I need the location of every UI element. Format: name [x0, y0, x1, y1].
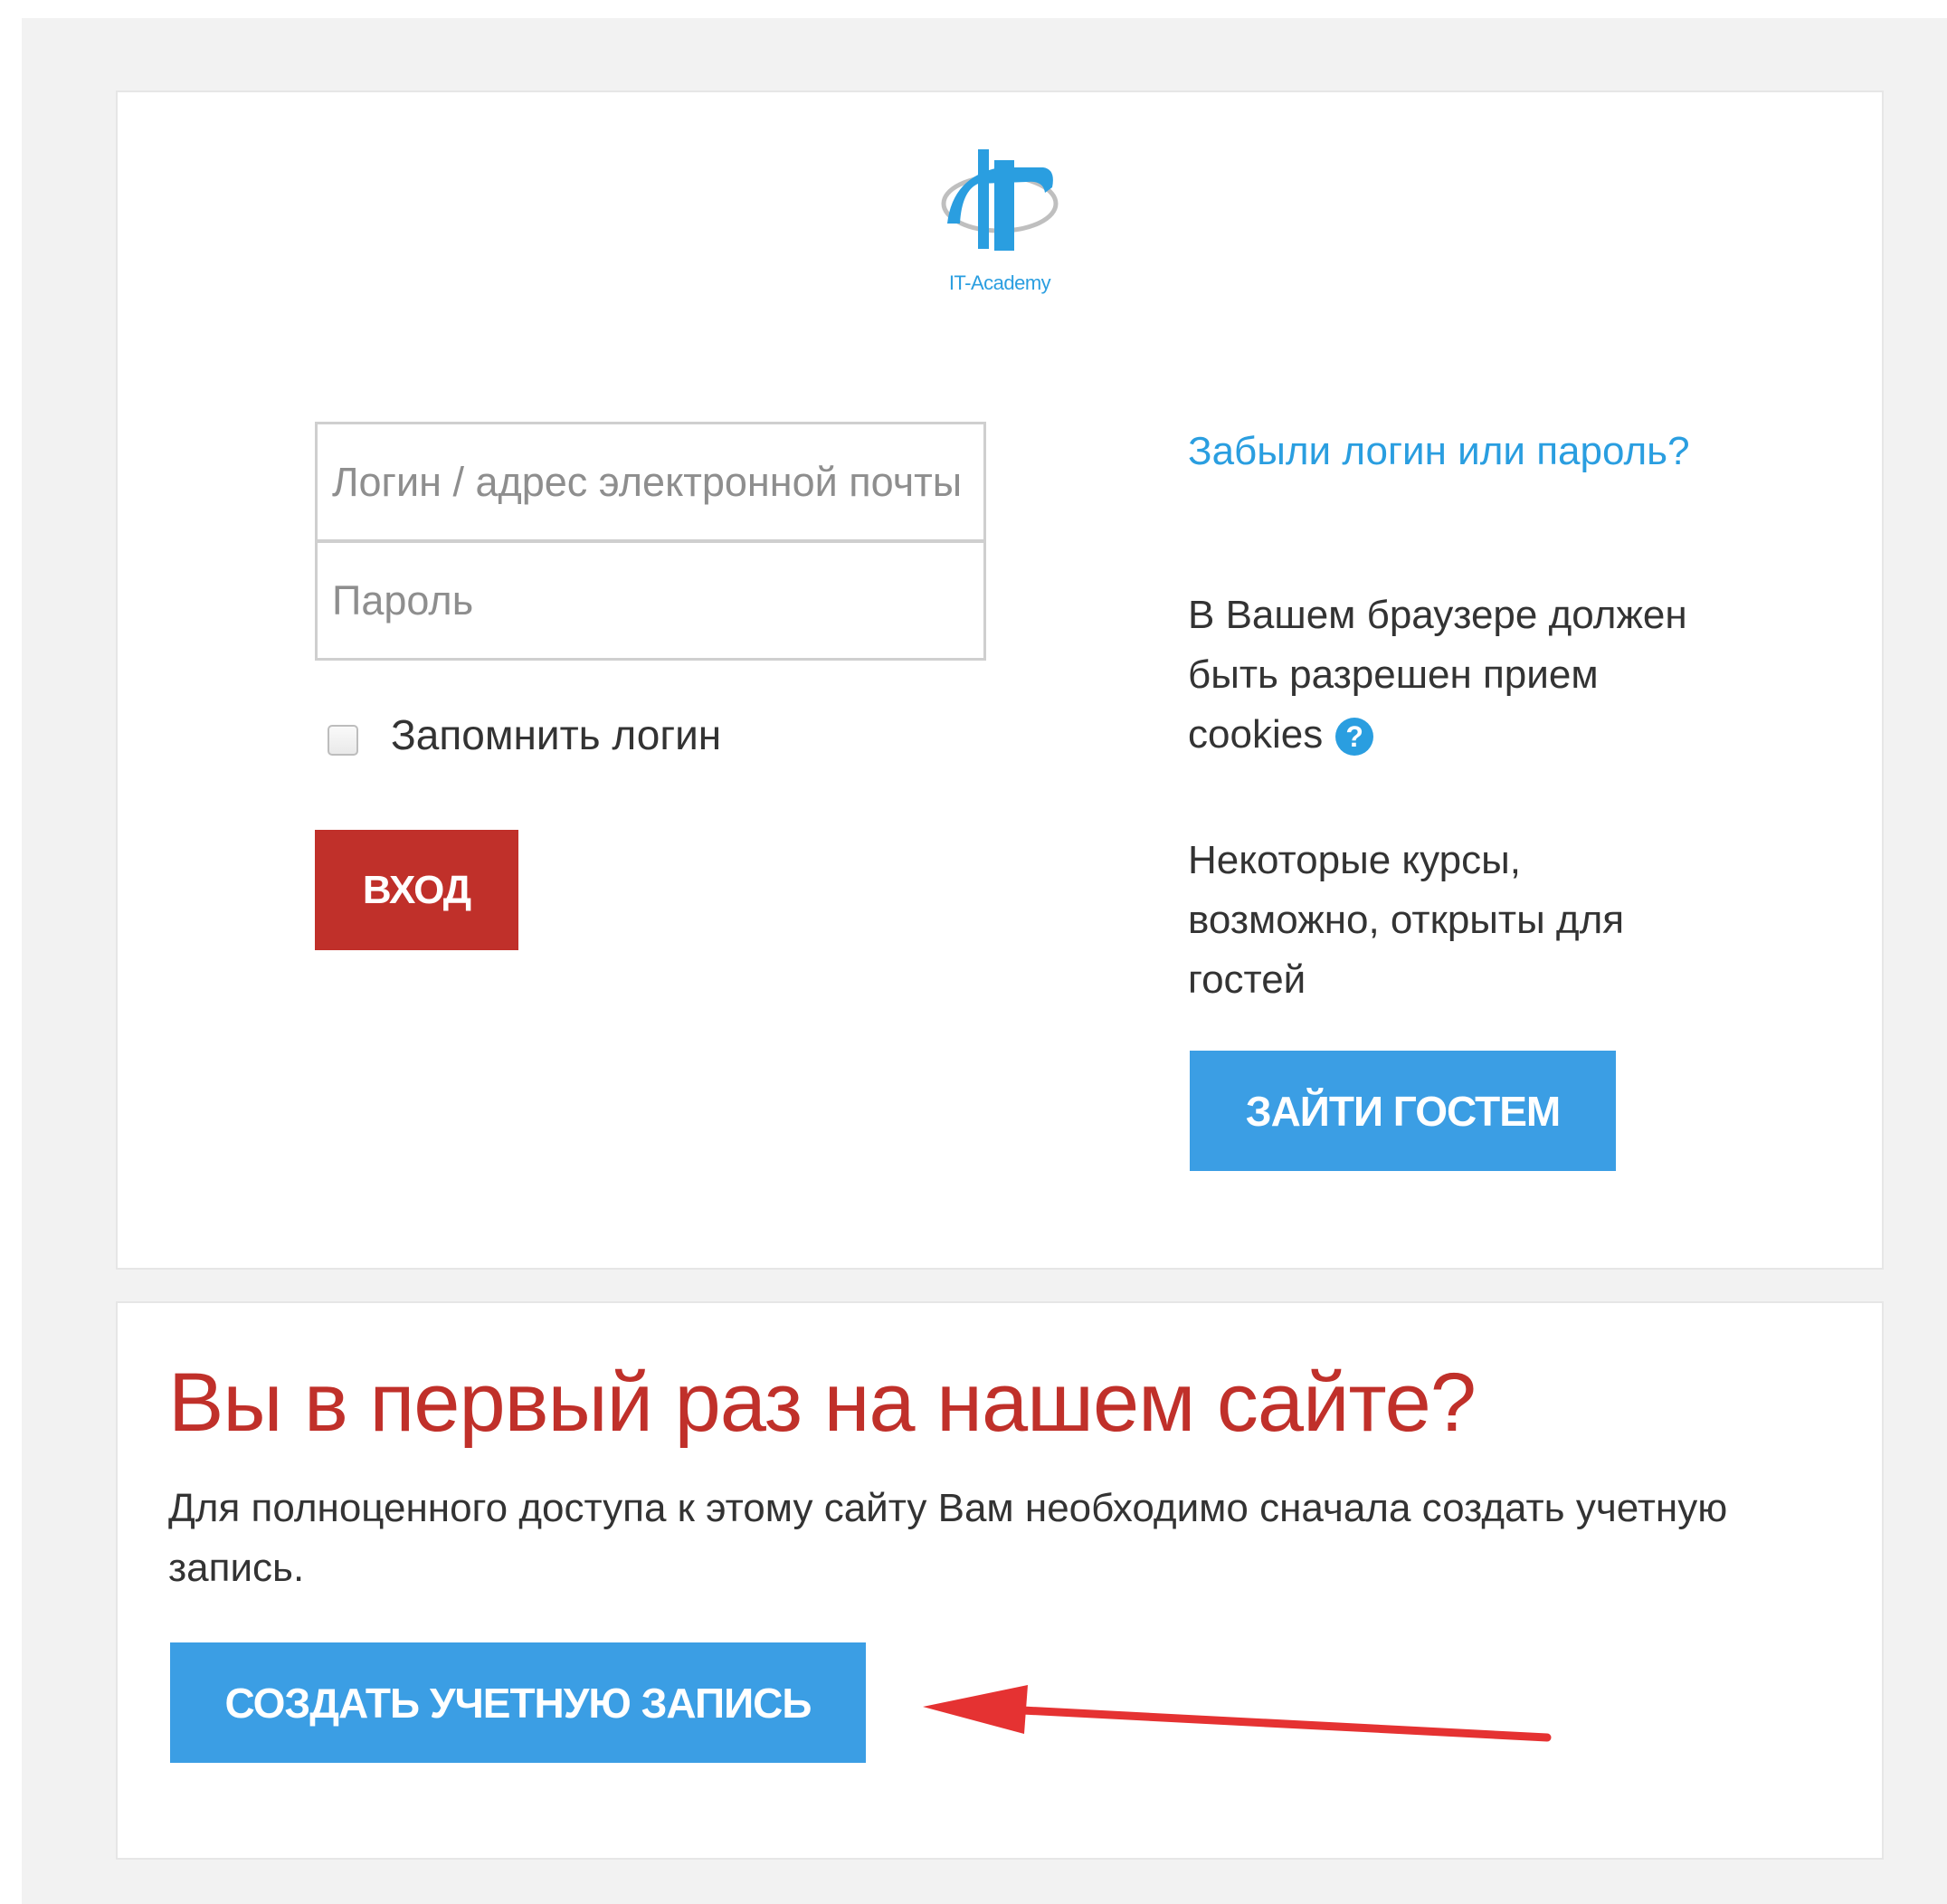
create-account-button[interactable]: СОЗДАТЬ УЧЕТНУЮ ЗАПИСЬ: [170, 1642, 866, 1763]
password-input[interactable]: [315, 540, 986, 661]
cookies-notice: В Вашем браузере должен быть разрешен пр…: [1188, 585, 1695, 765]
signup-title: Вы в первый раз на нашем сайте?: [168, 1357, 1477, 1449]
remember-login[interactable]: Запомнить логин: [328, 710, 721, 759]
remember-checkbox[interactable]: [328, 725, 358, 756]
question-circle-icon[interactable]: ?: [1335, 718, 1374, 757]
cookies-notice-text: В Вашем браузере должен быть разрешен пр…: [1188, 593, 1687, 757]
login-button[interactable]: ВХОД: [315, 830, 518, 950]
forgot-password-link[interactable]: Забыли логин или пароль?: [1188, 422, 1695, 481]
logo-caption: IT-Academy: [948, 271, 1051, 294]
login-input[interactable]: [315, 422, 986, 542]
annotation-arrow-icon: [923, 1685, 1552, 1742]
remember-label[interactable]: Запомнить логин: [391, 710, 721, 759]
guest-notice: Некоторые курсы, возможно, открыты для г…: [1188, 838, 1625, 1002]
signup-description: Для полноценного доступа к этому сайту В…: [168, 1486, 1728, 1590]
guest-login-button[interactable]: ЗАЙТИ ГОСТЕМ: [1190, 1051, 1616, 1171]
